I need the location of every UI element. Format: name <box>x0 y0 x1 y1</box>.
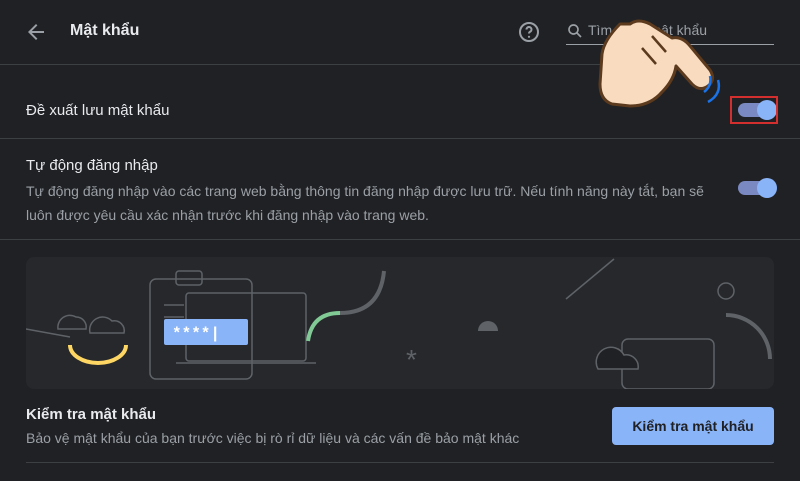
auto-sign-in-toggle[interactable] <box>738 178 777 198</box>
help-button[interactable] <box>517 20 541 44</box>
toggle-knob <box>757 178 777 198</box>
question-circle-icon <box>519 22 539 42</box>
back-button[interactable] <box>24 20 48 44</box>
arrow-left-icon <box>28 24 44 40</box>
decor-line <box>26 328 71 338</box>
auto-sign-in-label: Tự động đăng nhập <box>26 157 158 174</box>
cloud-icon <box>57 314 126 334</box>
highlight-box <box>730 96 778 124</box>
circle-shape <box>717 282 735 300</box>
yellow-arc <box>68 344 128 365</box>
divider <box>26 462 774 463</box>
cloud-icon <box>595 346 639 370</box>
decor-line <box>565 258 615 300</box>
pointing-hand-icon <box>598 19 721 108</box>
offer-to-save-label: Đề xuất lưu mật khẩu <box>26 102 170 119</box>
green-arc <box>306 311 341 342</box>
check-passwords-description: Bảo vệ mật khẩu của bạn trước việc bị rò… <box>26 430 520 446</box>
password-check-illustration: ****| * <box>26 257 774 389</box>
asterisk-shape: * <box>406 344 417 375</box>
semicircle-shape <box>478 321 498 331</box>
gray-arc <box>339 270 386 315</box>
auto-sign-in-description: Tự động đăng nhập vào các trang web bằng… <box>26 183 704 223</box>
gray-arc <box>725 313 772 360</box>
check-passwords-button[interactable]: Kiểm tra mật khẩu <box>612 407 774 445</box>
auto-sign-in-row: Tự động đăng nhập Tự động đăng nhập vào … <box>0 139 800 240</box>
page-title: Mật khẩu <box>70 22 140 39</box>
password-mask-text: ****| <box>172 325 220 343</box>
check-passwords-label: Kiểm tra mật khẩu <box>26 406 157 423</box>
